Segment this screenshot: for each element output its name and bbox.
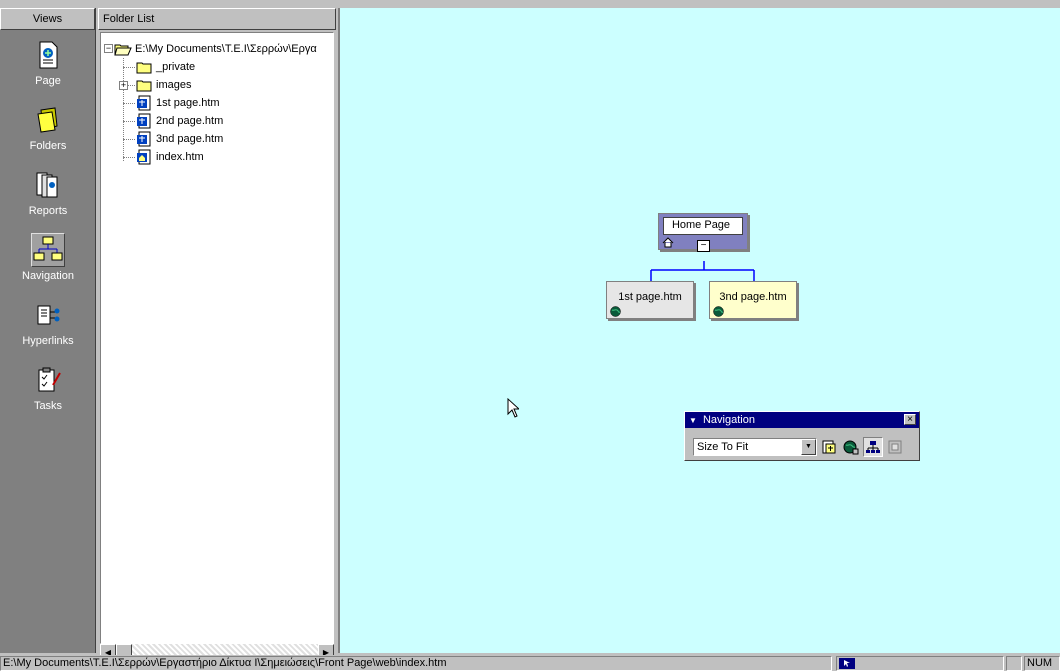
open-folder-icon — [114, 41, 132, 57]
tree-line — [123, 103, 135, 104]
navigation-connectors — [650, 261, 755, 281]
tree-item-images[interactable]: images — [135, 76, 191, 94]
included-in-navigation-icon[interactable] — [819, 437, 839, 457]
view-folders-label: Folders — [29, 140, 67, 152]
portrait-landscape-icon[interactable] — [863, 437, 883, 457]
html-page-icon — [135, 95, 153, 111]
tree-item-label: images — [156, 79, 192, 91]
tree-line — [123, 121, 135, 122]
globe-icon — [713, 306, 724, 320]
home-icon — [662, 237, 674, 251]
view-page[interactable]: Page — [0, 30, 96, 95]
navigation-toolbar-title: Navigation — [702, 414, 755, 426]
tree-item-label: 3nd page.htm — [156, 133, 224, 145]
folder-list-pane: Folder List − E:\My Documents\T.E.I\Σερρ… — [98, 8, 336, 660]
chevron-down-icon[interactable]: ▼ — [801, 439, 816, 455]
tree-item-3nd-page[interactable]: 3nd page.htm — [135, 130, 223, 148]
tree-item-2nd-page[interactable]: 2nd page.htm — [135, 112, 223, 130]
tree-line — [123, 67, 135, 68]
tree-item-label: 1st page.htm — [156, 97, 220, 109]
view-folders[interactable]: Folders — [0, 95, 96, 160]
html-page-icon — [135, 113, 153, 129]
view-tasks-label: Tasks — [33, 400, 63, 412]
cursor-status-icon — [839, 658, 855, 669]
view-hyperlinks-label: Hyperlinks — [22, 335, 74, 347]
tree-item-label: 2nd page.htm — [156, 115, 224, 127]
navigation-toolbar-titlebar[interactable]: ▼ Navigation × — [685, 412, 919, 428]
views-header: Views — [0, 8, 95, 30]
toolbar-menu-arrow-icon[interactable]: ▼ — [689, 416, 697, 425]
page-view-icon — [31, 38, 65, 72]
reports-view-icon — [31, 168, 65, 202]
view-hyperlinks[interactable]: Hyperlinks — [0, 290, 96, 355]
navigation-toolbar: ▼ Navigation × Size To Fit ▼ — [684, 411, 920, 461]
mouse-cursor-icon — [507, 397, 521, 421]
view-navigation-label: Navigation — [22, 270, 74, 282]
zoom-select-value: Size To Fit — [697, 441, 749, 453]
folder-tree[interactable]: − E:\My Documents\T.E.I\Σερρών\Εργα _pri… — [100, 32, 334, 644]
zoom-select[interactable]: Size To Fit ▼ — [693, 438, 817, 456]
collapse-root-icon[interactable]: − — [104, 44, 113, 53]
tree-item-label: index.htm — [156, 151, 204, 163]
child-page-node[interactable]: 1st page.htm — [606, 281, 694, 319]
child-page-label: 1st page.htm — [618, 291, 682, 303]
status-connection — [836, 656, 1004, 671]
home-page-label: Home Page — [671, 219, 731, 231]
child-page-node[interactable]: 3nd page.htm — [709, 281, 797, 319]
tree-line — [123, 139, 135, 140]
subtree-only-icon[interactable] — [885, 437, 905, 457]
view-subtree-icon[interactable] — [841, 437, 861, 457]
tasks-view-icon — [31, 363, 65, 397]
view-tasks[interactable]: Tasks — [0, 355, 96, 420]
status-num: NUM — [1024, 656, 1060, 671]
folder-icon — [135, 77, 153, 93]
home-page-icon — [135, 149, 153, 165]
status-blank — [1006, 656, 1022, 671]
view-navigation[interactable]: Navigation — [0, 225, 96, 290]
tree-item-label: _private — [156, 61, 196, 73]
folder-list-header: Folder List — [98, 8, 336, 30]
html-page-icon — [135, 131, 153, 147]
folders-view-icon — [31, 103, 65, 137]
hyperlinks-view-icon — [31, 298, 65, 332]
view-page-label: Page — [35, 75, 61, 87]
views-bar: Views Page Folders Reports Navigation Hy… — [0, 8, 96, 653]
collapse-children-icon[interactable]: − — [697, 240, 710, 252]
tree-item-private[interactable]: _private — [135, 58, 195, 76]
folder-icon — [135, 59, 153, 75]
view-reports[interactable]: Reports — [0, 160, 96, 225]
status-bar: E:\My Documents\T.E.I\Σερρών\Εργαστήριο … — [0, 655, 1060, 671]
close-icon[interactable]: × — [904, 414, 916, 425]
tree-line — [123, 58, 124, 161]
tree-item-1st-page[interactable]: 1st page.htm — [135, 94, 220, 112]
navigation-canvas[interactable]: Home Page − 1st page.htm 3nd page.htm — [338, 8, 1060, 653]
expand-images-icon[interactable]: + — [119, 81, 128, 90]
view-reports-label: Reports — [28, 205, 68, 217]
tree-root[interactable]: E:\My Documents\T.E.I\Σερρών\Εργα — [114, 40, 317, 58]
status-path: E:\My Documents\T.E.I\Σερρών\Εργαστήριο … — [0, 656, 832, 671]
navigation-view-icon — [31, 233, 65, 267]
child-page-label: 3nd page.htm — [719, 291, 787, 303]
globe-icon — [610, 306, 621, 320]
tree-root-label: E:\My Documents\T.E.I\Σερρών\Εργα — [135, 43, 317, 55]
tree-item-index[interactable]: index.htm — [135, 148, 204, 166]
tree-line — [123, 157, 135, 158]
